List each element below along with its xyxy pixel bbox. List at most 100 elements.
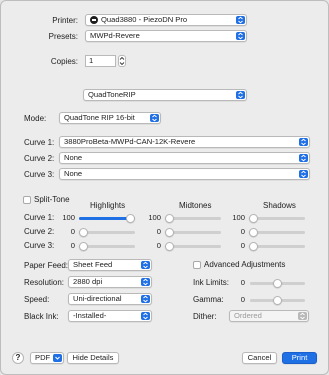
print-button[interactable]: Print xyxy=(282,352,317,364)
paper-feed-select[interactable]: Sheet Feed xyxy=(68,259,152,271)
presets-value: MWPd-Revere xyxy=(90,31,140,40)
chevron-updown-icon xyxy=(141,261,150,269)
shadows-value: 0 xyxy=(240,227,245,236)
curve-2-select[interactable]: None xyxy=(59,152,310,164)
split-tone-curve-3-label: Curve 3: xyxy=(24,241,55,250)
curve-1-value: 3880ProBeta-MWPd-CAN-12K-Revere xyxy=(64,137,196,146)
chevron-updown-icon xyxy=(141,278,150,286)
paper-feed-value: Sheet Feed xyxy=(73,260,113,269)
slider-knob[interactable] xyxy=(79,228,88,237)
curve-2-value: None xyxy=(64,153,83,162)
chevron-updown-icon xyxy=(141,312,150,320)
split-tone-curve-1-label: Curve 1: xyxy=(24,213,55,222)
chevron-updown-icon xyxy=(150,114,159,122)
highlights-slider[interactable] xyxy=(79,214,135,223)
midtones-slider[interactable] xyxy=(165,242,221,251)
chevron-updown-icon xyxy=(299,170,308,178)
black-ink-select[interactable]: -Installed- xyxy=(68,310,152,322)
speed-select[interactable]: Uni-directional xyxy=(68,293,152,305)
slider-knob[interactable] xyxy=(273,296,282,305)
speed-value: Uni-directional xyxy=(73,294,122,303)
paper-feed-label: Paper Feed: xyxy=(24,261,69,270)
midtones-value: 100 xyxy=(148,213,161,222)
print-dialog: Printer: Quad3880 - PiezoDN Pro Presets:… xyxy=(0,0,329,375)
resolution-select[interactable]: 2880 dpi xyxy=(68,276,152,288)
chevron-updown-icon xyxy=(299,138,308,146)
resolution-value: 2880 dpi xyxy=(73,277,103,286)
chevron-updown-icon xyxy=(299,154,308,162)
pdf-menu-button[interactable]: PDF xyxy=(30,352,64,364)
slider-knob[interactable] xyxy=(126,214,135,223)
slider-knob[interactable] xyxy=(249,242,258,251)
shadows-header: Shadows xyxy=(263,201,296,210)
hide-details-button[interactable]: Hide Details xyxy=(67,352,119,364)
shadows-value: 100 xyxy=(232,213,245,222)
gamma-slider[interactable] xyxy=(250,296,305,305)
ink-limits-value: 0 xyxy=(240,278,245,287)
slider-knob[interactable] xyxy=(249,228,258,237)
panel-select[interactable]: QuadToneRIP xyxy=(83,89,247,101)
cancel-button[interactable]: Cancel xyxy=(242,352,277,364)
presets-select[interactable]: MWPd-Revere xyxy=(85,30,247,42)
gamma-label: Gamma: xyxy=(193,295,224,304)
highlights-header: Highlights xyxy=(90,201,126,210)
printer-icon xyxy=(90,16,98,24)
curve-2-label: Curve 2: xyxy=(24,154,55,163)
copies-label: Copies: xyxy=(50,57,78,66)
mode-value: QuadTone RIP 16-bit xyxy=(64,113,135,122)
midtones-value: 0 xyxy=(156,227,161,236)
chevron-down-icon xyxy=(53,354,62,362)
curve-1-label: Curve 1: xyxy=(24,138,55,147)
slider-knob[interactable] xyxy=(165,214,174,223)
chevron-updown-icon xyxy=(236,32,245,40)
shadows-slider[interactable] xyxy=(249,228,305,237)
speed-label: Speed: xyxy=(24,295,50,304)
help-button[interactable]: ? xyxy=(12,352,24,364)
slider-knob[interactable] xyxy=(273,279,282,288)
printer-label: Printer: xyxy=(52,16,78,25)
curve-1-select[interactable]: 3880ProBeta-MWPd-CAN-12K-Revere xyxy=(59,136,310,148)
split-tone-curve-2-label: Curve 2: xyxy=(24,227,55,236)
slider-knob[interactable] xyxy=(165,228,174,237)
stepper-arrows-icon xyxy=(119,56,125,66)
split-tone-checkbox[interactable] xyxy=(23,196,31,204)
slider-knob[interactable] xyxy=(249,214,258,223)
curve-3-select[interactable]: None xyxy=(59,168,310,180)
curve-3-value: None xyxy=(64,169,83,178)
midtones-value: 0 xyxy=(156,241,161,250)
highlights-slider[interactable] xyxy=(79,242,135,251)
advanced-adjustments-label: Advanced Adjustments xyxy=(204,260,286,269)
copies-input[interactable]: 1 xyxy=(85,55,116,67)
copies-stepper[interactable] xyxy=(118,55,126,67)
dither-select[interactable]: Ordered xyxy=(229,310,309,322)
split-tone-label: Split-Tone xyxy=(34,195,70,204)
ink-limits-label: Ink Limits: xyxy=(193,278,230,287)
mode-select[interactable]: QuadTone RIP 16-bit xyxy=(59,112,161,124)
midtones-slider[interactable] xyxy=(165,214,221,223)
ink-limits-slider[interactable] xyxy=(250,279,305,288)
shadows-value: 0 xyxy=(240,241,245,250)
highlights-value: 100 xyxy=(62,213,75,222)
shadows-slider[interactable] xyxy=(249,214,305,223)
pdf-label: PDF xyxy=(35,353,51,362)
curve-3-label: Curve 3: xyxy=(24,170,55,179)
mode-label: Mode: xyxy=(24,114,47,123)
chevron-updown-icon xyxy=(236,91,245,99)
slider-knob[interactable] xyxy=(79,242,88,251)
dither-value: Ordered xyxy=(234,311,262,320)
printer-select[interactable]: Quad3880 - PiezoDN Pro xyxy=(85,14,247,26)
slider-knob[interactable] xyxy=(165,242,174,251)
printer-value: Quad3880 - PiezoDN Pro xyxy=(101,15,188,24)
resolution-label: Resolution: xyxy=(24,278,65,287)
chevron-updown-icon xyxy=(236,16,245,24)
black-ink-value: -Installed- xyxy=(73,311,107,320)
advanced-adjustments-checkbox[interactable] xyxy=(193,261,201,269)
panel-value: QuadToneRIP xyxy=(88,90,136,99)
chevron-updown-icon xyxy=(141,295,150,303)
presets-label: Presets: xyxy=(48,32,78,41)
midtones-slider[interactable] xyxy=(165,228,221,237)
highlights-slider[interactable] xyxy=(79,228,135,237)
highlights-value: 0 xyxy=(70,227,75,236)
shadows-slider[interactable] xyxy=(249,242,305,251)
highlights-value: 0 xyxy=(70,241,75,250)
